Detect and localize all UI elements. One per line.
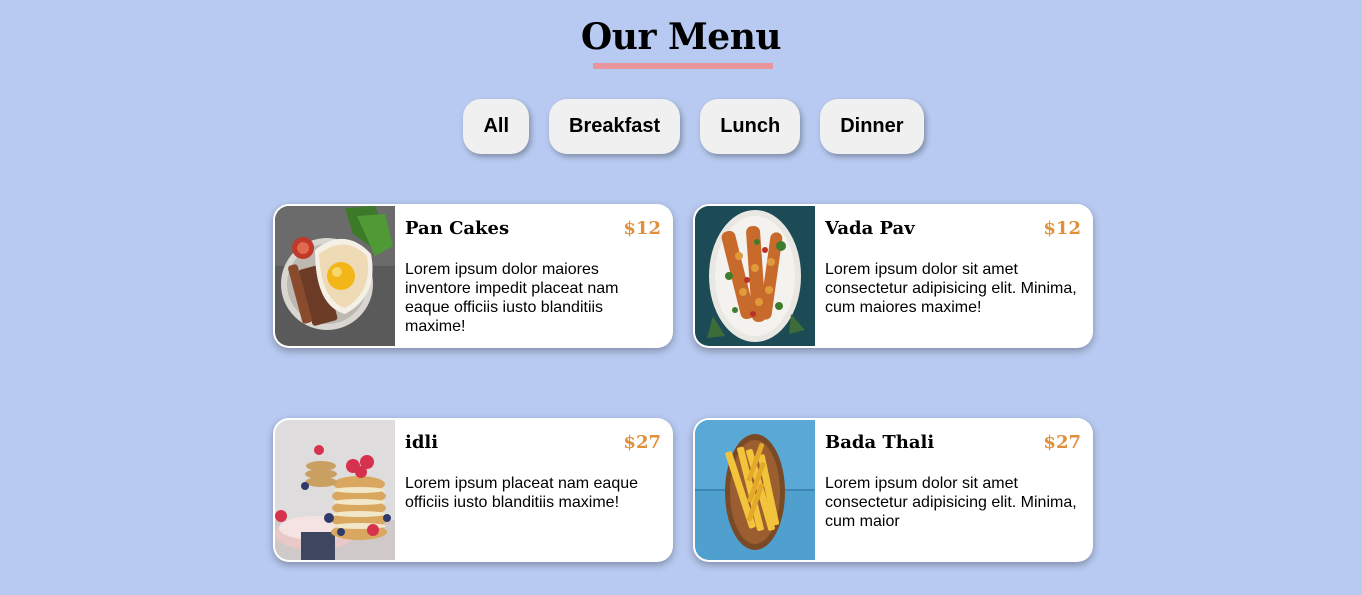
item-name: Vada Pav xyxy=(825,218,915,239)
filter-all-button[interactable]: All xyxy=(463,99,530,154)
menu-card[interactable]: Vada Pav $12 Lorem ipsum dolor sit amet … xyxy=(693,204,1093,348)
item-price: $27 xyxy=(623,432,661,453)
menu-card[interactable]: Bada Thali $27 Lorem ipsum dolor sit ame… xyxy=(693,418,1093,562)
item-description: Lorem ipsum dolor sit amet consectetur a… xyxy=(825,475,1077,530)
item-name: Pan Cakes xyxy=(405,218,510,239)
filter-bar: All Breakfast Lunch Dinner xyxy=(0,99,1362,154)
item-price: $12 xyxy=(1043,218,1081,239)
skewers-plate-image xyxy=(695,206,815,346)
menu-card[interactable]: Pan Cakes $12 Lorem ipsum dolor maiores … xyxy=(273,204,673,348)
title-underline xyxy=(593,63,773,69)
filter-lunch-button[interactable]: Lunch xyxy=(700,99,801,154)
fried-egg-toast-plate-image xyxy=(275,206,395,346)
page-title: Our Menu xyxy=(580,16,782,58)
fries-bowl-image xyxy=(695,420,815,560)
item-price: $12 xyxy=(623,218,661,239)
menu-card[interactable]: idli $27 Lorem ipsum placeat nam eaque o… xyxy=(273,418,673,562)
filter-dinner-button[interactable]: Dinner xyxy=(820,99,924,154)
item-name: idli xyxy=(405,432,439,453)
item-description: Lorem ipsum dolor sit amet consectetur a… xyxy=(825,261,1077,316)
pancake-stack-berries-image xyxy=(275,420,395,560)
item-price: $27 xyxy=(1043,432,1081,453)
item-description: Lorem ipsum placeat nam eaque officiis i… xyxy=(405,475,639,511)
item-name: Bada Thali xyxy=(825,432,935,453)
filter-breakfast-button[interactable]: Breakfast xyxy=(549,99,681,154)
item-description: Lorem ipsum dolor maiores inventore impe… xyxy=(405,261,619,335)
